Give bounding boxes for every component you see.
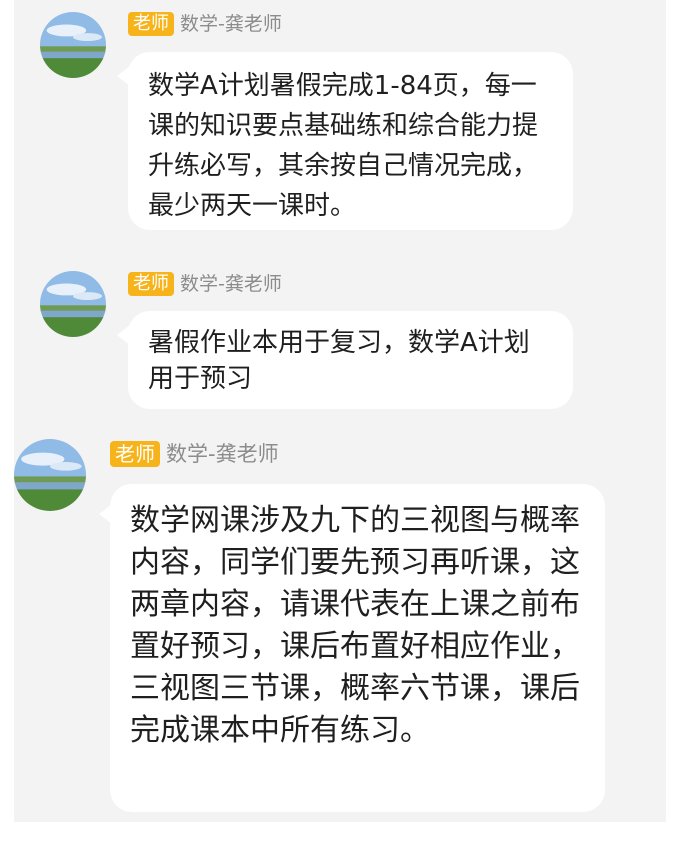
sender-name: 数学-龚老师 <box>180 273 282 295</box>
sender-header: 老师 数学-龚老师 <box>110 440 279 468</box>
sender-name: 数学-龚老师 <box>166 442 279 466</box>
avatar-landscape-icon <box>40 12 106 78</box>
message-bubble[interactable]: 数学网课涉及九下的三视图与概率内容，同学们要先预习再听课，这两章内容，请课代表在… <box>99 484 605 812</box>
avatar-landscape-icon <box>40 271 106 337</box>
teacher-badge: 老师 <box>128 12 174 36</box>
sender-header: 老师 数学-龚老师 <box>128 10 282 38</box>
teacher-badge: 老师 <box>110 441 160 467</box>
avatar-landscape-icon <box>14 439 86 511</box>
message-text: 数学A计划暑假完成1-84页，每一课的知识要点基础练和综合能力提升练必写，其余按… <box>148 71 539 221</box>
message-text: 暑假作业本用于复习，数学A计划用于预习 <box>148 328 530 394</box>
avatar[interactable] <box>14 439 86 511</box>
avatar[interactable] <box>40 271 106 337</box>
sender-name: 数学-龚老师 <box>180 13 282 35</box>
avatar[interactable] <box>40 12 106 78</box>
teacher-badge: 老师 <box>128 272 174 296</box>
sender-header: 老师 数学-龚老师 <box>128 270 282 298</box>
message-bubble[interactable]: 暑假作业本用于复习，数学A计划用于预习 <box>117 311 573 409</box>
message-bubble[interactable]: 数学A计划暑假完成1-84页，每一课的知识要点基础练和综合能力提升练必写，其余按… <box>117 52 573 230</box>
message-text: 数学网课涉及九下的三视图与概率内容，同学们要先预习再听课，这两章内容，请课代表在… <box>130 503 580 748</box>
